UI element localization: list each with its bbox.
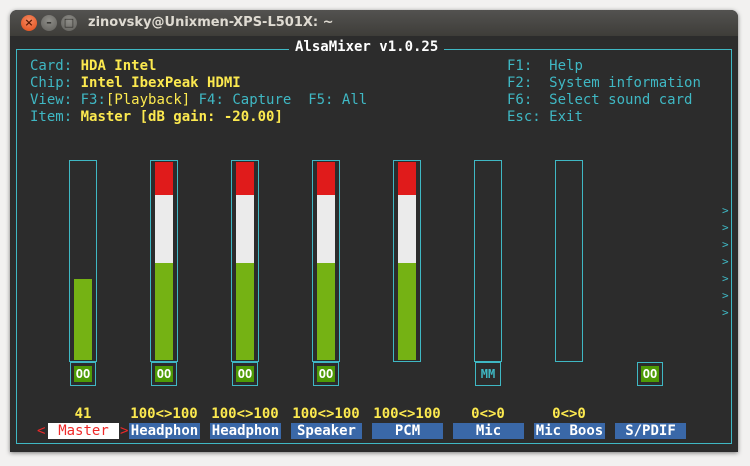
close-icon: × (24, 16, 34, 29)
item-line: Item: Master [dB gain: -20.00] (30, 109, 283, 125)
terminal-area[interactable]: AlsaMixer v1.0.25 Card: HDA Intel Chip: … (10, 36, 738, 452)
channel-name[interactable]: Master (48, 423, 119, 439)
volume-fill-mid (317, 195, 335, 263)
help-f6[interactable]: F6: Select sound card (507, 92, 692, 109)
channel-name[interactable]: Speaker (291, 423, 362, 439)
volume-fill-high (155, 162, 173, 195)
volume-value: 41 (74, 406, 92, 422)
mute-switch[interactable]: MM (475, 362, 501, 386)
mute-switch[interactable]: OO (151, 362, 177, 386)
selection-arrow-right: > (120, 423, 129, 439)
scroll-arrow: > (722, 221, 729, 234)
volume-value: 100<>100 (130, 406, 198, 422)
volume-fill-mid (236, 195, 254, 263)
mute-switch[interactable]: OO (313, 362, 339, 386)
unmuted-indicator: OO (74, 366, 92, 382)
chip-line: Chip: Intel IbexPeak HDMI (30, 75, 241, 91)
volume-fill-mid (155, 195, 173, 263)
channel-name[interactable]: Headphon (210, 423, 281, 439)
title-bar[interactable]: × – □ zinovsky@Unixmen-XPS-L501X: ~ (10, 10, 738, 36)
volume-fill-low (317, 263, 335, 360)
help-esc[interactable]: Esc: Exit (507, 109, 583, 126)
mute-switch[interactable]: OO (637, 362, 663, 386)
maximize-icon: □ (63, 16, 75, 29)
view-playback[interactable]: [Playback] (106, 92, 190, 108)
unmuted-indicator: OO (317, 366, 335, 382)
channel-name[interactable]: Mic Boos (534, 423, 605, 439)
muted-indicator: MM (480, 367, 496, 381)
volume-value: 0<>0 (552, 406, 586, 422)
volume-value: 100<>100 (373, 406, 441, 422)
mute-switch[interactable]: OO (70, 362, 96, 386)
volume-fill-high (398, 162, 416, 195)
volume-bar[interactable] (555, 160, 583, 362)
channel-name[interactable]: Headphon (129, 423, 200, 439)
scroll-arrow: > (722, 204, 729, 217)
view-capture[interactable]: F4: Capture (199, 92, 292, 108)
channel-name[interactable]: S/PDIF (615, 423, 686, 439)
volume-fill-low (74, 279, 92, 360)
unmuted-indicator: OO (641, 366, 659, 382)
help-f1[interactable]: F1: Help (507, 58, 583, 75)
scroll-arrow: > (722, 289, 729, 302)
selection-arrow-left: < (37, 423, 46, 439)
maximize-button[interactable]: □ (61, 15, 77, 31)
volume-fill-low (398, 263, 416, 360)
scroll-arrow: > (722, 272, 729, 285)
unmuted-indicator: OO (236, 366, 254, 382)
channel-name[interactable]: Mic (453, 423, 524, 439)
volume-bar[interactable] (474, 160, 502, 362)
help-f2[interactable]: F2: System information (507, 75, 701, 92)
volume-value: 100<>100 (292, 406, 360, 422)
minimize-icon: – (46, 16, 52, 29)
window-title: zinovsky@Unixmen-XPS-L501X: ~ (88, 15, 334, 30)
volume-value: 100<>100 (211, 406, 279, 422)
channel-name[interactable]: PCM (372, 423, 443, 439)
mute-switch[interactable]: OO (232, 362, 258, 386)
scroll-arrow: > (722, 306, 729, 319)
volume-fill-mid (398, 195, 416, 263)
unmuted-indicator: OO (155, 366, 173, 382)
volume-value: 0<>0 (471, 406, 505, 422)
volume-fill-high (317, 162, 335, 195)
terminal-window: × – □ zinovsky@Unixmen-XPS-L501X: ~ Alsa… (10, 10, 738, 452)
volume-fill-low (236, 263, 254, 360)
scroll-arrow: > (722, 255, 729, 268)
close-button[interactable]: × (21, 15, 37, 31)
scroll-arrow: > (722, 238, 729, 251)
app-title: AlsaMixer v1.0.25 (289, 39, 445, 55)
minimize-button[interactable]: – (41, 15, 57, 31)
view-line: View: F3:[Playback] F4: Capture F5: All (30, 92, 368, 108)
card-line: Card: HDA Intel (30, 58, 157, 74)
volume-fill-high (236, 162, 254, 195)
volume-fill-low (155, 263, 173, 360)
view-all[interactable]: F5: All (308, 92, 367, 108)
